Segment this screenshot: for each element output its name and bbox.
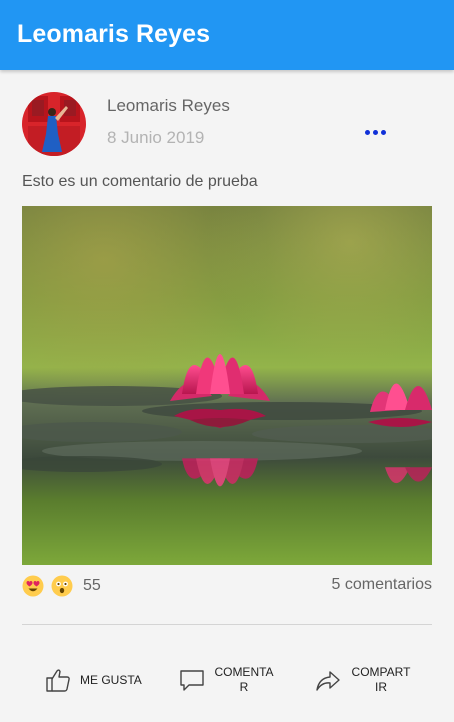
comment-button[interactable]: COMENTA R — [178, 660, 274, 700]
post-date: 8 Junio 2019 — [107, 128, 205, 147]
heart-eyes-emoji — [22, 575, 44, 597]
share-label: COMPART IR — [351, 665, 411, 694]
app-title: Leomaris Reyes — [17, 20, 211, 48]
reaction-count: 55 — [83, 577, 101, 594]
comment-icon — [180, 670, 204, 691]
share-icon — [316, 671, 340, 691]
avatar-image — [22, 92, 86, 156]
post-image[interactable] — [22, 206, 432, 565]
avatar[interactable] — [22, 92, 86, 156]
like-button[interactable]: ME GUSTA — [44, 660, 146, 700]
divider — [22, 624, 432, 625]
app-bar: Leomaris Reyes — [0, 0, 454, 70]
more-options-icon[interactable] — [360, 120, 390, 144]
reactions-summary[interactable]: 55 — [22, 574, 101, 598]
surprised-emoji — [51, 575, 73, 597]
water-lily-photo — [22, 206, 432, 565]
thumbs-up-icon — [46, 669, 70, 692]
share-button[interactable]: COMPART IR — [314, 660, 412, 700]
like-label: ME GUSTA — [80, 672, 142, 687]
comments-count[interactable]: 5 comentarios — [332, 576, 433, 594]
comment-label: COMENTA R — [214, 665, 274, 694]
post-text: Esto es un comentario de prueba — [22, 173, 258, 190]
post-author[interactable]: Leomaris Reyes — [107, 96, 230, 116]
